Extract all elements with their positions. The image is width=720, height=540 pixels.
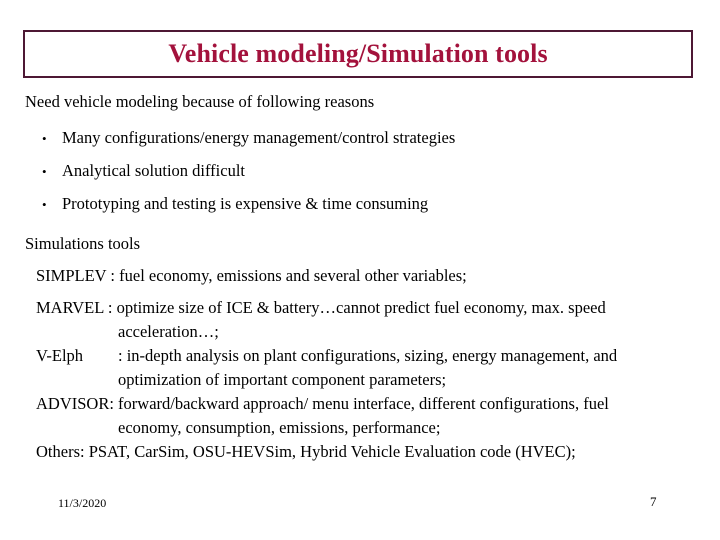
bullet-icon: • (42, 131, 47, 146)
tool-entry-advisor: ADVISOR: forward/backward approach/ menu… (36, 392, 696, 440)
page-title: Vehicle modeling/Simulation tools (168, 39, 548, 68)
tool-entry-others-line1: Others: PSAT, CarSim, OSU-HEVSim, Hybrid… (36, 442, 576, 461)
slide-title-box: Vehicle modeling/Simulation tools (23, 30, 693, 78)
tool-entry-others: Others: PSAT, CarSim, OSU-HEVSim, Hybrid… (36, 440, 696, 464)
list-item-label: Analytical solution difficult (62, 161, 245, 180)
list-item: • Prototyping and testing is expensive &… (42, 194, 702, 227)
footer-page-number: 7 (650, 494, 657, 509)
tool-entry-simplev-line1: SIMPLEV : fuel economy, emissions and se… (36, 266, 467, 285)
tool-entry-advisor-line1: ADVISOR: forward/backward approach/ menu… (36, 394, 609, 413)
tool-entry-advisor-line2: economy, consumption, emissions, perform… (118, 418, 441, 437)
section-heading-simulations-tools: Simulations tools (25, 234, 141, 253)
tool-entry-velph-line1: : in-depth analysis on plant configurati… (118, 346, 618, 365)
bullet-icon: • (42, 197, 47, 212)
list-item-label: Many configurations/energy management/co… (62, 128, 456, 147)
footer-date: 11/3/2020 (58, 496, 107, 510)
intro-lead-text: Need vehicle modeling because of followi… (25, 92, 375, 111)
list-item: • Many configurations/energy management/… (42, 128, 702, 161)
tool-entry-marvel: MARVEL : optimize size of ICE & battery…… (36, 296, 696, 344)
list-item: • Analytical solution difficult (42, 161, 702, 194)
list-item-label: Prototyping and testing is expensive & t… (62, 194, 429, 213)
tool-entry-velph-line2: optimization of important component para… (118, 370, 447, 389)
intro-bullet-list: • Many configurations/energy management/… (42, 128, 702, 227)
bullet-icon: • (42, 164, 47, 179)
tool-entry-marvel-line2: acceleration…; (118, 322, 219, 341)
tool-entry-simplev: SIMPLEV : fuel economy, emissions and se… (36, 264, 696, 288)
tool-entry-velph-label: V-Elph (36, 346, 84, 365)
tool-entry-marvel-line1: MARVEL : optimize size of ICE & battery…… (36, 298, 606, 317)
tool-entry-velph: V-Elph : in-depth analysis on plant confi… (36, 344, 696, 392)
